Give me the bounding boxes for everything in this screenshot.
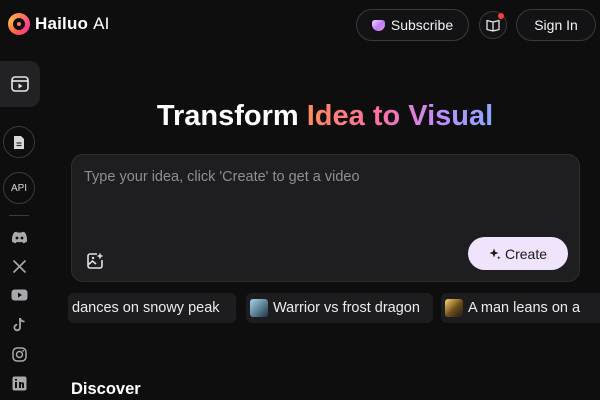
discover-heading: Discover bbox=[71, 380, 141, 398]
prompt-input[interactable] bbox=[84, 169, 564, 185]
video-icon bbox=[11, 76, 29, 92]
guide-button[interactable] bbox=[479, 11, 507, 39]
hailuo-logo-icon bbox=[8, 13, 30, 35]
suggestion-chip[interactable]: A man leans on a bbox=[441, 293, 600, 323]
discord-link[interactable] bbox=[10, 228, 28, 246]
api-label: API bbox=[10, 182, 28, 194]
create-label: Create bbox=[504, 245, 548, 262]
image-upload-button[interactable] bbox=[85, 251, 105, 271]
notification-dot bbox=[498, 13, 504, 19]
sign-in-label: Sign In bbox=[534, 17, 578, 33]
linkedin-link[interactable] bbox=[10, 374, 28, 392]
suggestion-label: A man leans on a bbox=[468, 300, 581, 316]
suggestion-thumbnail bbox=[445, 299, 463, 317]
book-icon bbox=[486, 19, 500, 32]
sign-in-button[interactable]: Sign In bbox=[516, 9, 596, 41]
subscribe-label: Subscribe bbox=[390, 17, 454, 33]
brand-name-main: Hailuo bbox=[35, 14, 89, 33]
brand-logo[interactable]: Hailuo AI bbox=[8, 13, 110, 35]
instagram-icon bbox=[11, 346, 27, 362]
sidebar-item-api[interactable]: API bbox=[3, 172, 35, 204]
suggestion-label: dances on snowy peak bbox=[72, 300, 220, 316]
sparkle-icon bbox=[489, 248, 501, 259]
suggestion-thumbnail bbox=[250, 299, 268, 317]
brand-name: Hailuo AI bbox=[35, 14, 110, 34]
discord-icon bbox=[11, 231, 27, 243]
suggestion-chips: dances on snowy peak Warrior vs frost dr… bbox=[0, 293, 600, 323]
page-title-lead: Transform bbox=[156, 100, 299, 132]
brand-name-suffix: AI bbox=[93, 14, 110, 33]
page-title-highlight: Idea to Visual bbox=[306, 100, 494, 132]
suggestion-chip[interactable]: Warrior vs frost dragon bbox=[246, 293, 433, 323]
page-title: Transform Idea to Visual bbox=[0, 100, 600, 133]
create-button[interactable]: Create bbox=[468, 237, 568, 270]
subscribe-button[interactable]: Subscribe bbox=[356, 9, 469, 41]
suggestion-label: Warrior vs frost dragon bbox=[273, 300, 420, 316]
add-image-icon bbox=[87, 253, 103, 269]
sidebar-divider bbox=[9, 215, 29, 216]
suggestion-chip[interactable]: dances on snowy peak bbox=[68, 293, 236, 323]
x-icon bbox=[12, 259, 26, 273]
linkedin-icon bbox=[12, 376, 26, 390]
document-icon bbox=[14, 135, 24, 149]
gem-icon bbox=[371, 19, 385, 31]
x-link[interactable] bbox=[10, 257, 28, 275]
prompt-box: Create bbox=[71, 154, 580, 282]
instagram-link[interactable] bbox=[10, 345, 28, 363]
